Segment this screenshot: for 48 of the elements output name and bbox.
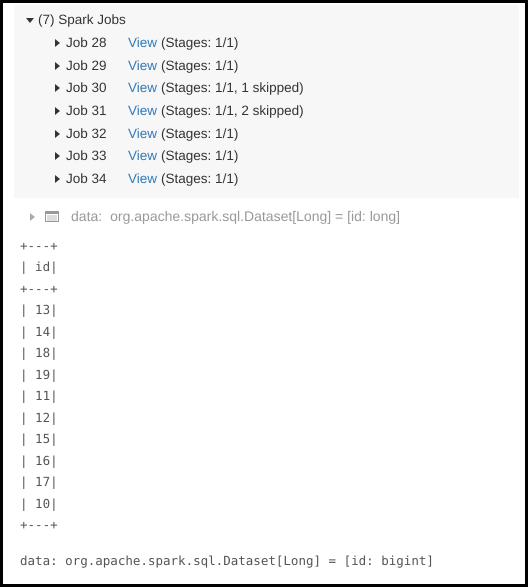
output-line: | 19|	[20, 366, 59, 384]
expand-caret-icon[interactable]	[55, 107, 60, 116]
output-line: | 15|	[20, 430, 59, 448]
stages-text: (Stages: 1/1)	[161, 34, 238, 52]
output-line: | 12|	[20, 408, 59, 427]
job-label: Job 31	[66, 102, 108, 120]
jobs-header[interactable]: (7) Spark Jobs	[38, 10, 126, 30]
view-link[interactable]: View	[128, 124, 158, 144]
output-line: +---+	[20, 280, 59, 298]
collapse-caret-icon[interactable]	[26, 18, 34, 23]
job-label: Job 32	[66, 124, 108, 143]
expand-caret-icon[interactable]	[55, 175, 60, 184]
expand-caret-icon[interactable]	[55, 84, 60, 92]
stages-text: (Stages: 1/1)	[161, 56, 238, 75]
output-line: +---+	[20, 516, 59, 534]
output-line: | 13|	[20, 301, 59, 319]
schema-type: org.apache.spark.sql.Dataset[Long] = [id: long]	[110, 207, 400, 226]
job-label: Job 34	[66, 170, 108, 188]
stages-text: (Stages: 1/1)	[161, 170, 238, 188]
schema-label: data:	[71, 207, 102, 226]
output-line: | 14|	[20, 322, 59, 341]
output-line: | 18|	[20, 344, 59, 362]
job-label: Job 30	[66, 79, 108, 98]
output-line: | 16|	[20, 452, 59, 470]
view-link[interactable]: View	[128, 32, 158, 54]
stages-text: (Stages: 1/1)	[161, 147, 238, 166]
output-line: | 17|	[20, 473, 59, 491]
job-label: Job 33	[66, 147, 108, 166]
view-link[interactable]: View	[128, 146, 158, 167]
expand-caret-icon[interactable]	[55, 62, 60, 70]
table-icon	[45, 211, 59, 222]
job-label: Job 29	[66, 56, 108, 75]
output-line: | 11|	[20, 387, 59, 405]
stages-text: (Stages: 1/1)	[161, 124, 238, 143]
output-line: | id|	[20, 258, 59, 276]
expand-caret-icon[interactable]	[55, 39, 60, 48]
view-link[interactable]: View	[128, 56, 158, 76]
view-link[interactable]: View	[128, 100, 158, 122]
output-line: +---+	[20, 236, 59, 254]
view-link[interactable]: View	[128, 78, 158, 99]
result-line: data: org.apache.spark.sql.Dataset[Long] = [id: bigint]	[20, 552, 435, 570]
expand-caret-icon[interactable]	[55, 130, 60, 138]
stages-text: (Stages: 1/1, 1 skipped)	[161, 79, 304, 98]
expand-caret-icon[interactable]	[55, 152, 60, 160]
stages-text: (Stages: 1/1, 2 skipped)	[161, 102, 304, 120]
view-link[interactable]: View	[128, 169, 158, 190]
output-line: | 10|	[20, 494, 59, 513]
job-label: Job 28	[66, 34, 108, 52]
